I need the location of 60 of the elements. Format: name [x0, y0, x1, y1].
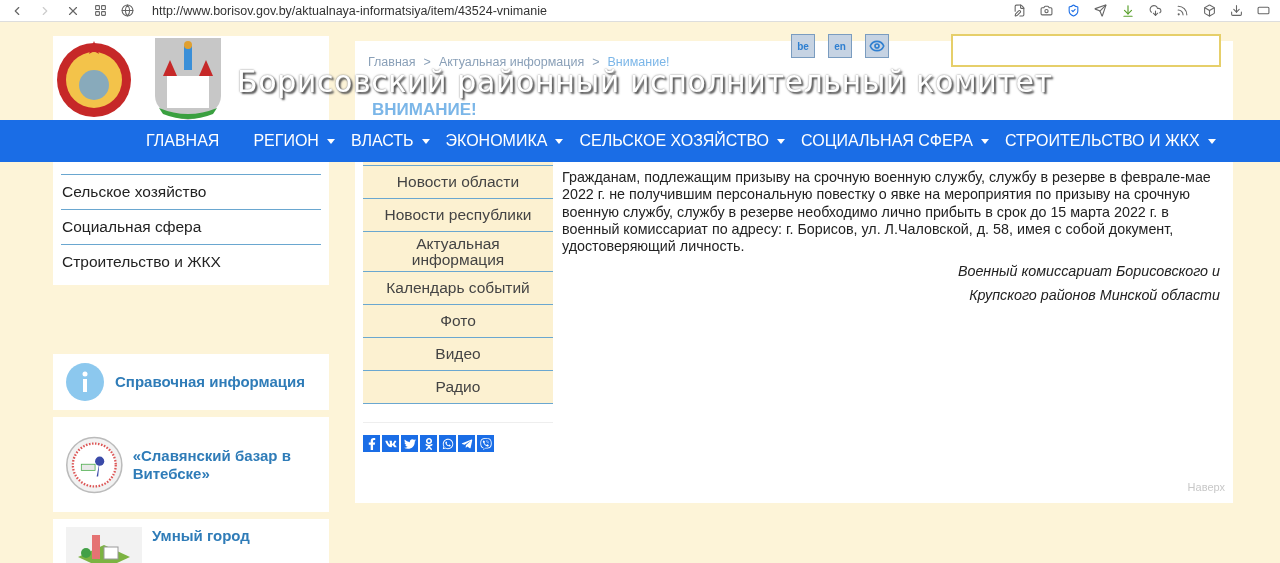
download-arrow-icon[interactable] [1121, 3, 1135, 18]
nav-link[interactable]: СОЦИАЛЬНАЯ СФЕРА [801, 132, 989, 150]
telegram-icon[interactable] [458, 435, 475, 452]
eye-icon [869, 38, 885, 54]
signature-text: Крупского районов Минской области [968, 287, 1220, 304]
tab-icon[interactable] [1257, 4, 1270, 17]
caret-icon [777, 138, 786, 144]
breadcrumb-separator: > [592, 55, 600, 69]
facebook-icon[interactable] [363, 435, 380, 452]
nav-link[interactable]: ГЛАВНАЯ [146, 132, 220, 150]
submenu-link[interactable]: Видео [363, 338, 553, 371]
sidebar-link[interactable]: Социальная сфера [61, 209, 321, 244]
language-button[interactable]: en [828, 34, 852, 58]
send-icon[interactable] [1094, 4, 1107, 17]
sidebar-link[interactable]: Строительство и ЖКХ [61, 244, 321, 279]
nav-link[interactable]: РЕГИОН [253, 132, 335, 150]
download-icon[interactable] [1230, 4, 1243, 17]
banner-link[interactable]: Справочная информация [53, 354, 329, 410]
breadcrumb-separator: > [423, 55, 431, 69]
cloud-icon[interactable] [1149, 4, 1162, 17]
caret-icon [326, 138, 335, 144]
language-button[interactable]: be [791, 34, 815, 58]
nav-link[interactable]: СЕЛЬСКОЕ ХОЗЯЙСТВО [579, 132, 786, 150]
caret-icon [1207, 138, 1216, 144]
submenu-link[interactable]: Актуальная информация [363, 232, 553, 272]
breadcrumb-link[interactable]: Главная [368, 55, 416, 69]
smart-city-picture-icon [66, 527, 142, 563]
submenu-link[interactable]: Радио [363, 371, 553, 404]
caret-icon [980, 138, 989, 144]
submenu-link[interactable]: Новости области [363, 166, 553, 199]
vk-icon[interactable] [382, 435, 399, 452]
signature-text: Военный комиссариат Борисовского и [956, 263, 1220, 280]
nav-link[interactable]: ВЛАСТЬ [350, 132, 430, 150]
whatsapp-icon[interactable] [439, 435, 456, 452]
accessibility-button[interactable] [865, 34, 889, 58]
caret-icon [421, 138, 430, 144]
article-text: Гражданам, подлежащим призыву на срочную военную службу, службу в резерве в феврале-мае 2022 г. не получившим персональную повестку о явке на мероприятия по призыву на срочную военную службу, службу в резерве необходимо лично прибыть в срок до 15 марта 2022 г. в военный комиссариат по адресу: г. Борисов, ул. Л.Чаловской, д. 58, имея с собой документ, удостоверяющий личность. [562, 169, 1212, 256]
info-icon [66, 363, 104, 401]
grid-icon[interactable] [94, 4, 107, 17]
submenu-link[interactable]: Календарь событий [363, 272, 553, 305]
shield-icon[interactable] [1067, 4, 1080, 17]
page-heading: ВНИМАНИЕ! [372, 101, 477, 118]
viber-icon[interactable] [477, 435, 494, 452]
submenu-link[interactable]: Новости республики [363, 199, 553, 232]
search-field[interactable] [951, 34, 1221, 67]
rss-icon[interactable] [1176, 4, 1189, 17]
sidebar-link[interactable]: Сельское хозяйство [61, 174, 321, 209]
caret-icon [555, 138, 564, 144]
nav-link[interactable]: СТРОИТЕЛЬСТВО И ЖКХ [1004, 132, 1216, 150]
submenu-link[interactable]: Фото [363, 305, 553, 338]
breadcrumb-link[interactable]: Актуальная информация [438, 55, 585, 69]
cube-icon[interactable] [1203, 4, 1216, 17]
banner-link[interactable]: «Славянский базар в Витебске» [53, 417, 329, 512]
edit-icon[interactable] [1013, 4, 1026, 17]
banner-link[interactable]: Умный город [53, 519, 329, 563]
odnoklassniki-icon[interactable] [420, 435, 437, 452]
nav-link[interactable]: ЭКОНОМИКА [445, 132, 564, 150]
camera-icon[interactable] [1040, 4, 1053, 17]
twitter-icon[interactable] [401, 435, 418, 452]
globe-icon [121, 4, 134, 17]
